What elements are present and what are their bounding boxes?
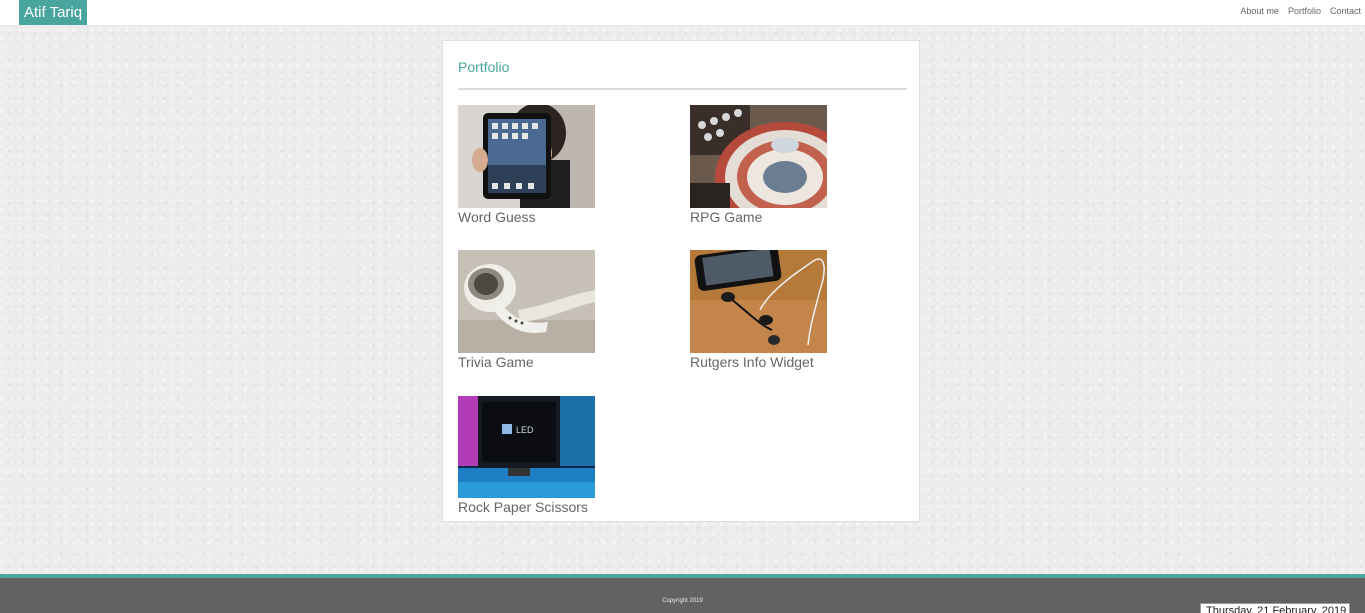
project-label[interactable]: Trivia Game [458, 354, 595, 370]
phone-earphones-image[interactable] [690, 250, 827, 353]
project-label[interactable]: Rutgers Info Widget [690, 354, 827, 370]
project-label[interactable]: RPG Game [690, 209, 827, 225]
nav-contact-link[interactable]: Contact [1330, 0, 1361, 22]
svg-text:LED: LED [516, 425, 534, 435]
project-label[interactable]: Rock Paper Scissors [458, 499, 595, 515]
led-tv-image[interactable]: LED [458, 396, 595, 498]
earbud-image[interactable] [458, 250, 595, 353]
copyright-text: Copyright 2019 [662, 598, 703, 604]
footer: Copyright 2019 [0, 574, 1365, 613]
date-display: Thursday, 21 February, 2019 [1200, 603, 1350, 613]
nav-about-link[interactable]: About me [1240, 0, 1279, 22]
turntable-image[interactable] [690, 105, 827, 208]
project-label[interactable]: Word Guess [458, 209, 595, 225]
navbar: Atif Tariq About me Portfolio Contact [0, 0, 1365, 25]
project-rock-paper-scissors[interactable]: LED Rock Paper Scissors [458, 396, 595, 515]
brand-logo[interactable]: Atif Tariq [19, 0, 88, 25]
portfolio-title: Portfolio [458, 59, 510, 75]
project-word-guess[interactable]: Word Guess [458, 105, 595, 225]
tablet-image[interactable] [458, 105, 595, 208]
project-trivia-game[interactable]: Trivia Game [458, 250, 595, 370]
title-divider [458, 88, 907, 90]
nav-portfolio-link[interactable]: Portfolio [1288, 0, 1321, 22]
nav-links: About me Portfolio Contact [1231, 0, 1361, 22]
project-rutgers-info-widget[interactable]: Rutgers Info Widget [690, 250, 827, 370]
project-rpg-game[interactable]: RPG Game [690, 105, 827, 225]
portfolio-card: Portfolio Word Guess RPG Game Trivia Gam… [442, 40, 920, 522]
